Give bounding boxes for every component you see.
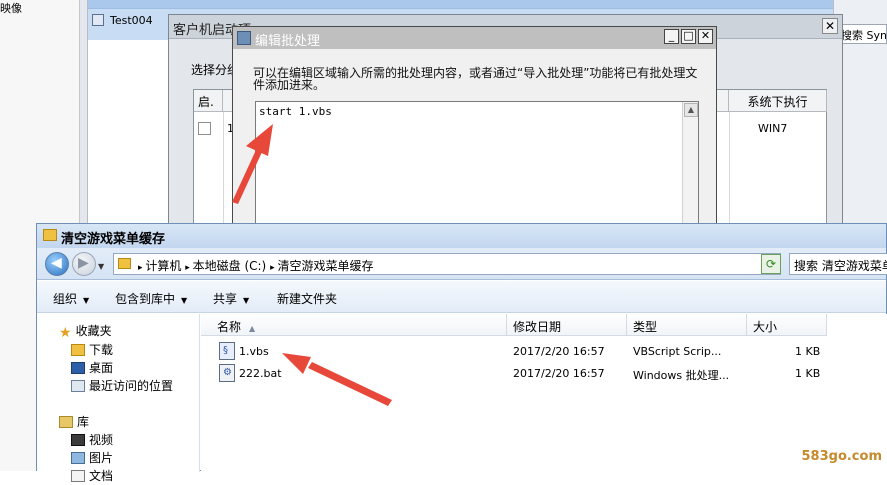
nav-item-videos[interactable]: 视频 <box>71 431 113 449</box>
file-type: Windows 批处理... <box>633 369 730 382</box>
batch-content-textarea[interactable]: start 1.vbs <box>255 101 699 232</box>
nav-label: 文档 <box>89 469 114 483</box>
table-divider <box>729 112 730 236</box>
startup-item-checkbox[interactable] <box>198 122 211 135</box>
refresh-button[interactable]: ⟳ <box>761 254 781 274</box>
startup-item-system: WIN7 <box>758 122 788 135</box>
address-bar[interactable]: ▸ 计算机 ▸ 本地磁盘 (C:) ▸ 清空游戏菜单缓存 ▼ <box>113 253 781 275</box>
file-type: VBScript Scrip... <box>633 345 722 358</box>
file-size: 1 KB <box>795 345 821 358</box>
close-button[interactable]: ✕ <box>698 29 713 44</box>
include-in-library-button[interactable]: 包含到库中 ▼ <box>115 290 187 307</box>
nav-item-desktop[interactable]: 桌面 <box>71 359 113 377</box>
download-folder-icon <box>71 344 85 356</box>
chevron-down-icon: ▼ <box>181 296 188 305</box>
folder-icon <box>43 229 57 241</box>
file-modified: 2017/2/20 16:57 <box>513 367 605 380</box>
file-name: 222.bat <box>239 367 282 380</box>
share-label: 共享 <box>213 292 238 306</box>
recent-places-icon <box>71 380 85 392</box>
nav-label: 收藏夹 <box>75 324 112 338</box>
file-row[interactable]: ⚙ 222.bat 2017/2/20 16:57 Windows 批处理...… <box>201 363 820 385</box>
new-folder-button[interactable]: 新建文件夹 <box>277 290 337 307</box>
nav-item-recent-places[interactable]: 最近访问的位置 <box>71 377 173 395</box>
chevron-down-icon: ▼ <box>243 296 250 305</box>
column-header-modified[interactable]: 修改日期 <box>507 314 627 336</box>
breadcrumb-local-disk[interactable]: 本地磁盘 (C:) <box>193 259 267 273</box>
column-header-name[interactable]: 名称 ▲ <box>201 314 507 336</box>
navigation-pane: ★ 收藏夹 下载 桌面 最近访问的位置 库 视频 图片 文档 <box>37 314 200 483</box>
nav-label: 图片 <box>89 451 114 465</box>
organize-label: 组织 <box>53 292 78 306</box>
edit-dialog-titlebar[interactable]: 编辑批处理 _ □ ✕ <box>233 27 716 49</box>
explorer-titlebar[interactable]: 清空游戏菜单缓存 <box>37 224 886 248</box>
breadcrumb-separator-icon: ▸ <box>185 263 193 273</box>
edit-dialog-description: 可以在编辑区域输入所需的批处理内容，或者通过“导入批处理”功能将已有批处理文件添… <box>253 66 698 92</box>
nav-label: 桌面 <box>89 361 114 375</box>
column-name-label: 名称 <box>217 320 242 334</box>
explorer-window: 清空游戏菜单缓存 ◀ ▶ ▼ ▸ 计算机 ▸ 本地磁盘 (C:) ▸ 清空游戏菜… <box>36 223 887 483</box>
dialog-app-icon <box>237 31 251 45</box>
file-row[interactable]: § 1.vbs 2017/2/20 16:57 VBScript Scrip..… <box>201 341 820 363</box>
desktop-icon <box>71 362 85 374</box>
nav-item-pictures[interactable]: 图片 <box>71 449 113 467</box>
file-list: 名称 ▲ 修改日期 类型 大小 § 1.vbs 2017/2/20 16:57 V… <box>201 314 887 472</box>
command-bar: 组织 ▼ 包含到库中 ▼ 共享 ▼ 新建文件夹 <box>37 281 886 313</box>
file-size: 1 KB <box>795 367 821 380</box>
file-modified: 2017/2/20 16:57 <box>513 345 605 358</box>
watermark: 583go.com <box>801 449 883 464</box>
folder-icon <box>118 258 131 269</box>
textarea-scrollbar[interactable]: ▲ <box>682 102 698 232</box>
scroll-up-arrow-icon[interactable]: ▲ <box>684 103 698 117</box>
background-row-highlight <box>88 0 833 8</box>
file-name: 1.vbs <box>239 345 269 358</box>
include-label: 包含到库中 <box>115 292 176 306</box>
background-left-text: 映像 <box>0 2 22 15</box>
nav-label: 最近访问的位置 <box>89 379 174 393</box>
breadcrumb-computer[interactable]: 计算机 <box>145 259 181 273</box>
client-dialog-close-button[interactable]: ✕ <box>822 18 838 34</box>
edit-batch-dialog: 编辑批处理 _ □ ✕ 可以在编辑区域输入所需的批处理内容，或者通过“导入批处理… <box>232 26 717 232</box>
sort-arrow-icon: ▲ <box>249 324 256 333</box>
background-row-test004[interactable]: Test004 <box>92 14 153 27</box>
nav-item-documents[interactable]: 文档 <box>71 467 113 485</box>
search-input[interactable]: 搜索 清空游戏菜单缓存 <box>789 253 887 275</box>
organize-button[interactable]: 组织 ▼ <box>53 290 89 307</box>
forward-button[interactable]: ▶ <box>72 252 96 276</box>
back-button[interactable]: ◀ <box>45 252 69 276</box>
nav-item-downloads[interactable]: 下载 <box>71 341 113 359</box>
documents-icon <box>71 470 85 482</box>
nav-label: 视频 <box>89 433 114 447</box>
nav-label: 库 <box>77 415 90 429</box>
breadcrumb: ▸ 计算机 ▸ 本地磁盘 (C:) ▸ 清空游戏菜单缓存 <box>138 257 373 274</box>
nav-label: 下载 <box>89 343 114 357</box>
library-icon <box>59 416 73 428</box>
column-header-enabled[interactable]: 启. <box>194 90 223 112</box>
column-header-size[interactable]: 大小 <box>747 314 827 336</box>
background-row-name: Test004 <box>110 14 153 27</box>
address-bar-area: ◀ ▶ ▼ ▸ 计算机 ▸ 本地磁盘 (C:) ▸ 清空游戏菜单缓存 ▼ ⟳ 搜… <box>37 248 887 280</box>
minimize-button[interactable]: _ <box>664 29 679 44</box>
video-icon <box>71 434 85 446</box>
vbscript-file-icon: § <box>219 342 235 360</box>
nav-item-favorites[interactable]: ★ 收藏夹 <box>59 322 112 341</box>
column-header-system[interactable]: 系统下执行 <box>729 90 827 112</box>
star-icon: ★ <box>59 325 72 341</box>
share-button[interactable]: 共享 ▼ <box>213 290 249 307</box>
pictures-icon <box>71 452 85 464</box>
maximize-button[interactable]: □ <box>681 29 696 44</box>
explorer-title: 清空游戏菜单缓存 <box>61 232 166 247</box>
nav-item-libraries[interactable]: 库 <box>59 413 89 431</box>
computer-icon <box>92 14 104 26</box>
chevron-down-icon: ▼ <box>83 296 90 305</box>
column-header-type[interactable]: 类型 <box>627 314 747 336</box>
back-arrow-icon: ◀ <box>51 255 62 271</box>
breadcrumb-current-folder[interactable]: 清空游戏菜单缓存 <box>277 259 373 273</box>
edit-dialog-title: 编辑批处理 <box>255 34 321 49</box>
forward-arrow-icon: ▶ <box>78 255 89 271</box>
background-search-input[interactable]: 搜索 Syn <box>838 24 887 44</box>
batch-file-icon: ⚙ <box>219 364 235 382</box>
table-divider <box>223 112 224 236</box>
recent-pages-dropdown[interactable]: ▼ <box>98 262 104 271</box>
